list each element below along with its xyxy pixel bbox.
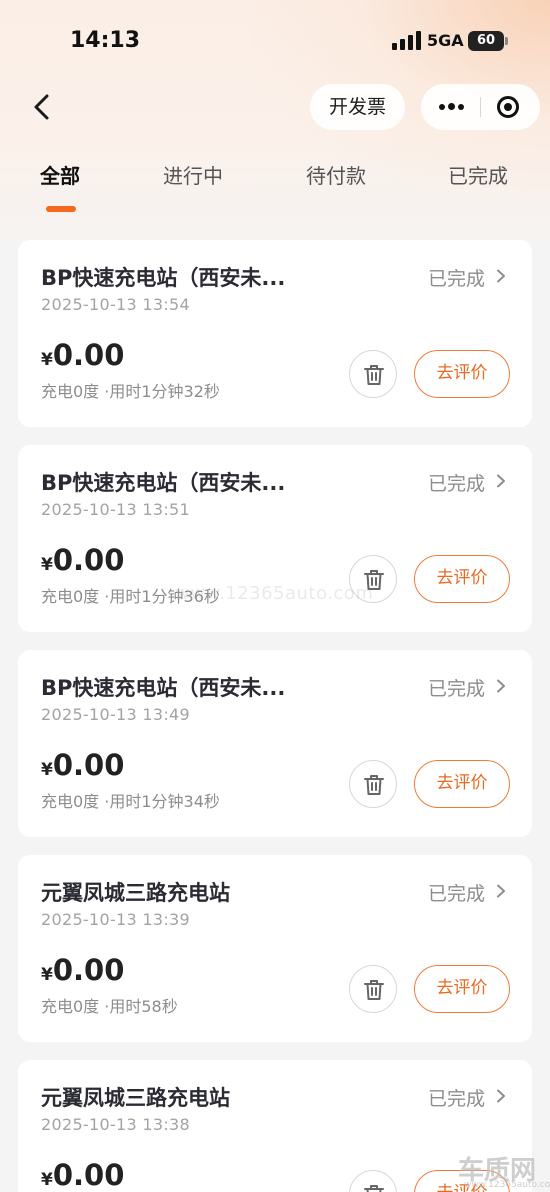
- trash-icon: [364, 980, 384, 1000]
- delete-button[interactable]: [349, 1170, 397, 1192]
- trash-icon: [364, 1185, 384, 1192]
- charge-detail: 充电0度 ·用时1分钟32秒: [41, 382, 220, 401]
- review-button[interactable]: 去评价: [414, 555, 510, 603]
- amount-value: 0.00: [52, 1158, 125, 1192]
- active-tab-indicator: [46, 206, 76, 212]
- status-time: 14:13: [70, 28, 141, 53]
- close-miniprogram-button[interactable]: [481, 84, 540, 130]
- order-card[interactable]: BP快速充电站（西安未... 已完成 2025-10-13 13:54 ¥0.0…: [18, 240, 532, 427]
- currency-symbol: ¥: [41, 350, 53, 370]
- charge-detail: 充电0度 ·用时58秒: [41, 997, 178, 1016]
- chevron-right-icon: [497, 884, 505, 898]
- chevron-right-icon: [497, 474, 505, 488]
- order-card[interactable]: 元翼凤城三路充电站 已完成 2025-10-13 13:38 ¥0.00 去评价: [18, 1060, 532, 1192]
- station-name: BP快速充电站（西安未...: [41, 266, 286, 290]
- station-name: 元翼凤城三路充电站: [41, 881, 230, 905]
- order-status[interactable]: 已完成: [428, 264, 485, 291]
- review-button[interactable]: 去评价: [414, 350, 510, 398]
- review-button[interactable]: 去评价: [414, 965, 510, 1013]
- amount-value: 0.00: [52, 338, 125, 372]
- order-time: 2025-10-13 13:51: [41, 500, 190, 519]
- order-time: 2025-10-13 13:54: [41, 295, 190, 314]
- order-status[interactable]: 已完成: [428, 674, 485, 701]
- order-amount: ¥0.00: [41, 543, 124, 577]
- review-button[interactable]: 去评价: [414, 760, 510, 808]
- charge-detail: 充电0度 ·用时1分钟34秒: [41, 792, 220, 811]
- chevron-right-icon: [497, 269, 505, 283]
- invoice-button[interactable]: 开发票: [310, 84, 405, 130]
- order-time: 2025-10-13 13:39: [41, 910, 190, 929]
- battery-icon: 60: [468, 31, 508, 51]
- amount-value: 0.00: [52, 748, 125, 782]
- currency-symbol: ¥: [41, 1170, 53, 1190]
- order-status[interactable]: 已完成: [428, 1084, 485, 1111]
- order-amount: ¥0.00: [41, 338, 124, 372]
- site-logo-watermark: 车质网 www.12365auto.com: [458, 1156, 550, 1190]
- watermark-text: www.12365auto.com: [175, 583, 374, 604]
- amount-value: 0.00: [52, 543, 125, 577]
- delete-button[interactable]: [349, 965, 397, 1013]
- tab-all[interactable]: 全部: [40, 160, 80, 189]
- order-card[interactable]: BP快速充电站（西安未... 已完成 2025-10-13 13:49 ¥0.0…: [18, 650, 532, 837]
- order-status[interactable]: 已完成: [428, 879, 485, 906]
- order-status[interactable]: 已完成: [428, 469, 485, 496]
- status-bar: 14:13 5GA 60: [0, 0, 550, 84]
- order-amount: ¥0.00: [41, 953, 124, 987]
- tab-completed[interactable]: 已完成: [448, 160, 508, 189]
- chevron-right-icon: [497, 1089, 505, 1103]
- more-options-button[interactable]: [421, 84, 480, 130]
- station-name: BP快速充电站（西安未...: [41, 676, 286, 700]
- trash-icon: [364, 775, 384, 795]
- tab-in-progress[interactable]: 进行中: [163, 160, 223, 189]
- delete-button[interactable]: [349, 760, 397, 808]
- signal-icon: [392, 31, 422, 50]
- order-amount: ¥0.00: [41, 748, 124, 782]
- order-time: 2025-10-13 13:38: [41, 1115, 190, 1134]
- tab-pending-payment[interactable]: 待付款: [306, 160, 366, 189]
- amount-value: 0.00: [52, 953, 125, 987]
- back-button[interactable]: [26, 90, 60, 124]
- currency-symbol: ¥: [41, 760, 53, 780]
- order-card[interactable]: 元翼凤城三路充电站 已完成 2025-10-13 13:39 ¥0.00 充电0…: [18, 855, 532, 1042]
- order-amount: ¥0.00: [41, 1158, 124, 1192]
- delete-button[interactable]: [349, 350, 397, 398]
- trash-icon: [364, 365, 384, 385]
- order-time: 2025-10-13 13:49: [41, 705, 190, 724]
- station-name: BP快速充电站（西安未...: [41, 471, 286, 495]
- network-type: 5GA: [427, 31, 464, 50]
- mini-program-capsule: [421, 84, 540, 130]
- chevron-right-icon: [497, 679, 505, 693]
- station-name: 元翼凤城三路充电站: [41, 1086, 230, 1110]
- currency-symbol: ¥: [41, 555, 53, 575]
- chevron-left-icon: [34, 94, 49, 120]
- currency-symbol: ¥: [41, 965, 53, 985]
